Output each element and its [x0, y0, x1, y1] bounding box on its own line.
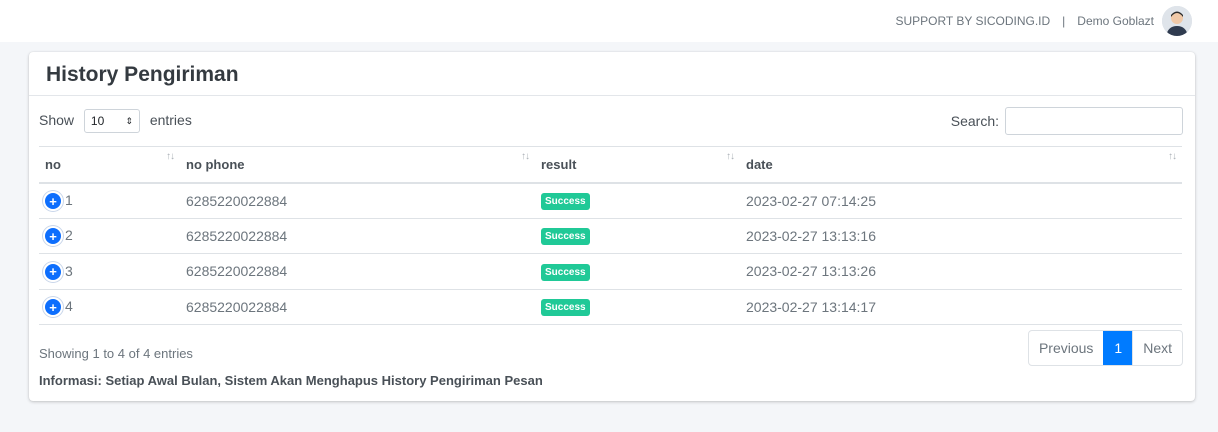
entries-value: 10: [90, 114, 105, 128]
header-no[interactable]: no ↑↓: [39, 146, 180, 184]
header-date[interactable]: date ↑↓: [740, 146, 1182, 184]
table-row: +3 6285220022884 Success 2023-02-27 13:1…: [39, 253, 1182, 290]
cell-result: Success: [535, 182, 740, 219]
table-header-row: no ↑↓ no phone ↑↓ result ↑↓ date ↑↓: [39, 146, 1182, 184]
cell-no: +2: [39, 218, 180, 254]
separator: |: [1062, 14, 1066, 28]
cell-result: Success: [535, 218, 740, 254]
sort-icon: ↑↓: [1168, 151, 1177, 162]
entries-select[interactable]: 10 ⇕: [83, 109, 140, 133]
cell-phone: 6285220022884: [180, 253, 535, 290]
show-label: Show: [39, 112, 75, 128]
page-title: History Pengiriman: [46, 63, 239, 86]
sort-icon: ↑↓: [521, 151, 530, 162]
cell-phone: 6285220022884: [180, 182, 535, 219]
avatar[interactable]: [1162, 6, 1192, 36]
history-card: History Pengiriman Show 10 ⇕ entries Sea…: [29, 52, 1195, 401]
cell-date: 2023-02-27 07:14:25: [740, 182, 1182, 219]
user-avatar-icon: [1162, 6, 1192, 36]
select-arrows-icon: ⇕: [125, 115, 133, 126]
sort-icon: ↑↓: [726, 151, 735, 162]
header-result[interactable]: result ↑↓: [535, 146, 740, 184]
search-control: Search:: [951, 107, 1183, 135]
status-badge: Success: [541, 228, 590, 246]
table-controls: Show 10 ⇕ entries Search:: [39, 106, 1183, 136]
status-badge: Success: [541, 263, 590, 281]
table-row: +2 6285220022884 Success 2023-02-27 13:1…: [39, 218, 1182, 254]
cell-date: 2023-02-27 13:13:16: [740, 218, 1182, 254]
header-no-phone[interactable]: no phone ↑↓: [180, 146, 535, 184]
expand-plus-icon[interactable]: +: [45, 193, 61, 210]
previous-button[interactable]: Previous: [1029, 331, 1103, 365]
user-name[interactable]: Demo Goblazt: [1077, 14, 1154, 28]
entries-control: Show 10 ⇕ entries: [39, 109, 192, 133]
cell-phone: 6285220022884: [180, 218, 535, 254]
cell-result: Success: [535, 289, 740, 325]
page-1-button[interactable]: 1: [1103, 331, 1133, 365]
status-badge: Success: [541, 299, 590, 317]
table-row: +1 6285220022884 Success 2023-02-27 07:1…: [39, 182, 1182, 219]
expand-plus-icon[interactable]: +: [45, 299, 61, 316]
top-navbar: SUPPORT BY SICODING.ID | Demo Goblazt: [0, 0, 1218, 42]
entries-label: entries: [149, 112, 192, 128]
support-text[interactable]: SUPPORT BY SICODING.ID: [895, 14, 1050, 28]
cell-no: +4: [39, 289, 180, 325]
history-table: no ↑↓ no phone ↑↓ result ↑↓ date ↑↓ +1 62852…: [39, 146, 1182, 325]
expand-plus-icon[interactable]: +: [45, 263, 61, 280]
pagination: Previous 1 Next: [1027, 330, 1183, 366]
cell-date: 2023-02-27 13:14:17: [740, 289, 1182, 325]
info-note: Informasi: Setiap Awal Bulan, Sistem Aka…: [39, 373, 543, 388]
cell-no: +1: [39, 182, 180, 219]
card-header: History Pengiriman: [29, 52, 1195, 96]
status-badge: Success: [541, 193, 590, 210]
search-input[interactable]: [1005, 107, 1183, 135]
next-button[interactable]: Next: [1132, 331, 1182, 365]
sort-icon: ↑↓: [166, 151, 175, 162]
cell-phone: 6285220022884: [180, 289, 535, 325]
cell-date: 2023-02-27 13:13:26: [740, 253, 1182, 290]
search-label: Search:: [950, 113, 999, 129]
table-row: +4 6285220022884 Success 2023-02-27 13:1…: [39, 289, 1182, 325]
table-info: Showing 1 to 4 of 4 entries: [39, 346, 193, 361]
cell-no: +3: [39, 253, 180, 290]
expand-plus-icon[interactable]: +: [45, 228, 61, 245]
cell-result: Success: [535, 253, 740, 290]
